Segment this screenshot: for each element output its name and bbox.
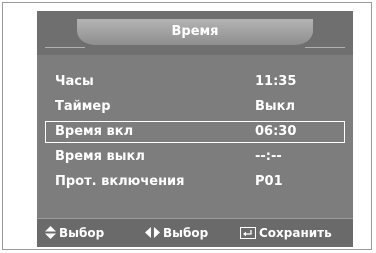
title-divider-left <box>45 47 85 48</box>
enter-icon <box>240 220 256 247</box>
left-right-arrows-icon <box>145 220 160 247</box>
hint-move: Выбор <box>45 219 104 247</box>
menu-item-timer[interactable]: Таймер Выкл <box>45 96 345 118</box>
menu-item-label: Время выкл <box>55 149 145 164</box>
hint-move-label: Выбор <box>59 226 105 240</box>
hint-adjust-label: Выбор <box>163 226 209 240</box>
menu-item-label: Часы <box>55 74 94 89</box>
menu-item-value: Выкл <box>255 99 296 114</box>
menu-item-label: Время вкл <box>55 124 134 139</box>
menu-item-power-on-program[interactable]: Прот. включения P01 <box>45 171 345 193</box>
title-bar: Время <box>37 11 353 55</box>
up-down-arrows-icon <box>45 220 56 247</box>
hint-save-label: Сохранить <box>259 226 332 240</box>
hint-adjust: Выбор <box>145 219 208 247</box>
menu-item-clock[interactable]: Часы 11:35 <box>45 71 345 93</box>
hint-save: Сохранить <box>240 219 332 247</box>
menu-item-value: 06:30 <box>255 124 297 139</box>
menu-item-value: 11:35 <box>255 74 297 89</box>
menu-item-label: Таймер <box>55 99 111 114</box>
menu-title: Время <box>77 19 313 45</box>
menu-item-value: P01 <box>255 174 283 189</box>
title-divider-right <box>305 47 345 48</box>
help-bar: Выбор Выбор Сохранить <box>37 218 353 247</box>
menu-item-off-time[interactable]: Время выкл --:-- <box>45 146 345 168</box>
osd-menu-panel: Время Часы 11:35 Таймер Выкл Время вкл 0… <box>37 11 353 247</box>
menu-item-value: --:-- <box>255 149 282 164</box>
menu-item-on-time[interactable]: Время вкл 06:30 <box>45 121 345 143</box>
menu-item-label: Прот. включения <box>55 174 185 189</box>
